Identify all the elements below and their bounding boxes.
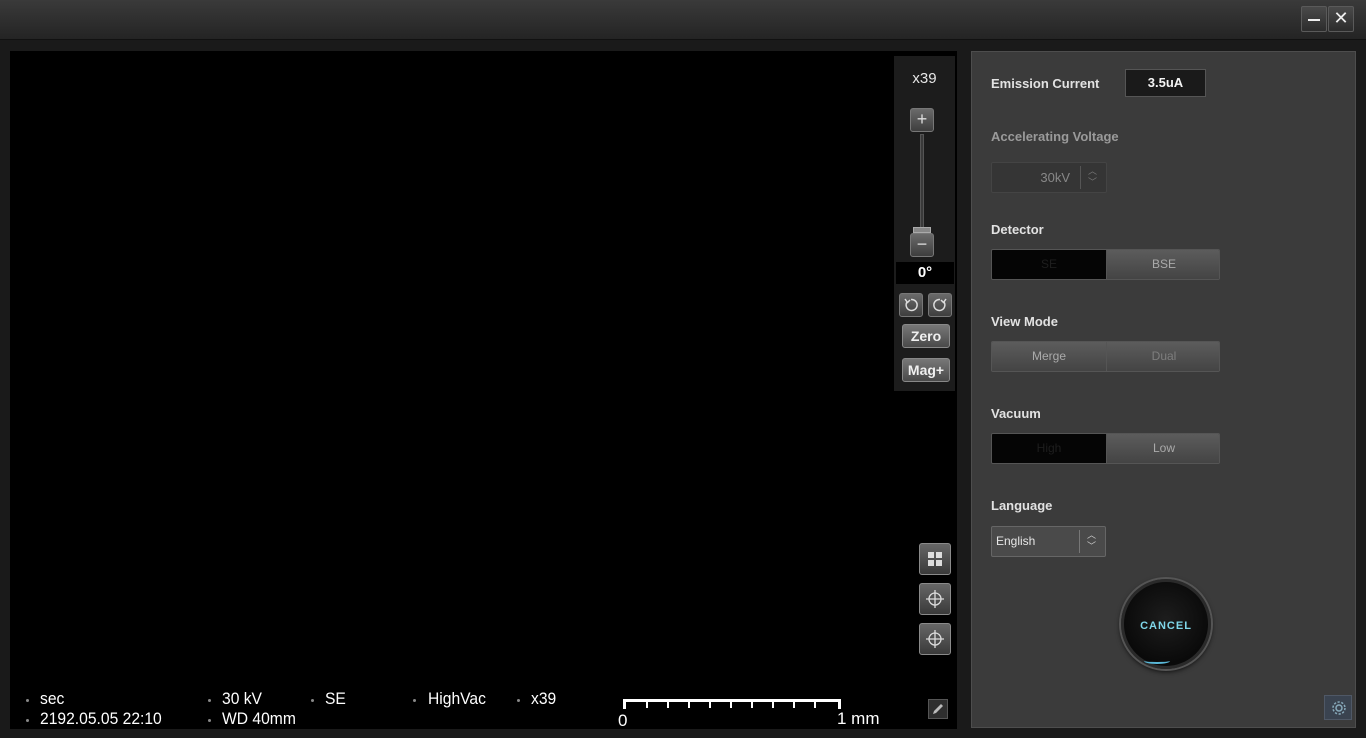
progress-arc: [1144, 658, 1170, 664]
vacuum-info: HighVac: [428, 689, 486, 708]
language-value: English: [996, 534, 1036, 548]
voltage-info: 30 kV: [222, 689, 263, 708]
detector-label: Detector: [991, 222, 1044, 237]
vacuum-label: Vacuum: [991, 406, 1041, 421]
info-bullet: [208, 719, 211, 722]
spinner-arrows-icon[interactable]: ︿ ﹀: [1080, 166, 1104, 189]
info-bullet: [413, 699, 416, 702]
emission-current-label: Emission Current: [991, 76, 1100, 91]
detector-info: SE: [325, 689, 346, 708]
grid-view-button[interactable]: [919, 543, 951, 575]
zoom-slider-track[interactable]: [920, 134, 924, 232]
info-bullet: [311, 699, 314, 702]
scale-end-label: 1 mm: [837, 709, 880, 728]
detector-toggle: SE BSE: [991, 249, 1220, 280]
accelerating-voltage-label: Accelerating Voltage: [991, 129, 1119, 144]
title-bar: ✕: [0, 0, 1366, 40]
view-mode-label: View Mode: [991, 314, 1058, 329]
accelerating-voltage-value: 30kV: [1040, 170, 1070, 185]
info-bullet: [517, 699, 520, 702]
view-mode-option-merge[interactable]: Merge: [992, 342, 1106, 371]
zoom-in-button[interactable]: +: [910, 108, 934, 132]
minimize-button[interactable]: [1301, 6, 1327, 32]
close-icon: ✕: [1333, 8, 1349, 28]
magnification-label: x39: [912, 70, 937, 87]
rotate-right-icon: [933, 298, 947, 312]
focus-target-button[interactable]: [919, 623, 951, 655]
cancel-button[interactable]: CANCEL: [1121, 579, 1211, 669]
close-button[interactable]: ✕: [1328, 6, 1354, 32]
settings-panel: Emission Current 3.5uA Accelerating Volt…: [971, 51, 1356, 728]
detector-option-se[interactable]: SE: [992, 250, 1106, 279]
mag-plus-button[interactable]: Mag+: [902, 358, 950, 382]
scale-bar: [623, 699, 841, 709]
datetime-info: 2192.05.05 22:10: [40, 709, 162, 728]
zero-rotation-button[interactable]: Zero: [902, 324, 950, 348]
vacuum-option-low[interactable]: Low: [1106, 434, 1219, 463]
vacuum-toggle: High Low: [991, 433, 1220, 464]
rotation-angle: 0°: [896, 262, 954, 284]
vacuum-option-high[interactable]: High: [992, 434, 1106, 463]
accelerating-voltage-spinner[interactable]: 30kV ︿ ﹀: [991, 162, 1107, 193]
view-mode-toggle: Merge Dual: [991, 341, 1220, 372]
rotate-right-button[interactable]: [928, 293, 952, 317]
magnification-info: x39: [531, 689, 557, 708]
info-bullet: [208, 699, 211, 702]
center-target-button[interactable]: [919, 583, 951, 615]
view-mode-option-dual[interactable]: Dual: [1106, 342, 1219, 371]
rotate-left-icon: [904, 298, 918, 312]
settings-button[interactable]: [1324, 695, 1352, 720]
scale-start-label: 0: [618, 711, 628, 730]
language-select[interactable]: English ︿ ﹀: [991, 526, 1106, 557]
info-bullet: [26, 719, 29, 722]
rotate-left-button[interactable]: [899, 293, 923, 317]
select-arrows-icon[interactable]: ︿ ﹀: [1079, 530, 1103, 553]
annotate-button[interactable]: [928, 699, 948, 719]
magnification-panel: x39 + − 0° Zero Mag+: [894, 56, 955, 391]
image-viewer[interactable]: x39 + − 0° Zero Mag+ sec 2192.05.05 22:1…: [10, 51, 957, 730]
cancel-label: CANCEL: [1140, 620, 1192, 632]
grid-icon: [928, 552, 942, 566]
pencil-icon: [933, 704, 943, 714]
scan-speed-info: sec: [40, 689, 65, 708]
zoom-out-button[interactable]: −: [910, 233, 934, 257]
gear-icon: [1332, 701, 1346, 715]
crosshair-icon: [926, 590, 944, 608]
working-distance-info: WD 40mm: [222, 709, 296, 728]
language-label: Language: [991, 498, 1053, 513]
detector-option-bse[interactable]: BSE: [1106, 250, 1219, 279]
emission-current-value: 3.5uA: [1125, 69, 1206, 97]
info-bullet: [26, 699, 29, 702]
crosshair-icon: [926, 630, 944, 648]
